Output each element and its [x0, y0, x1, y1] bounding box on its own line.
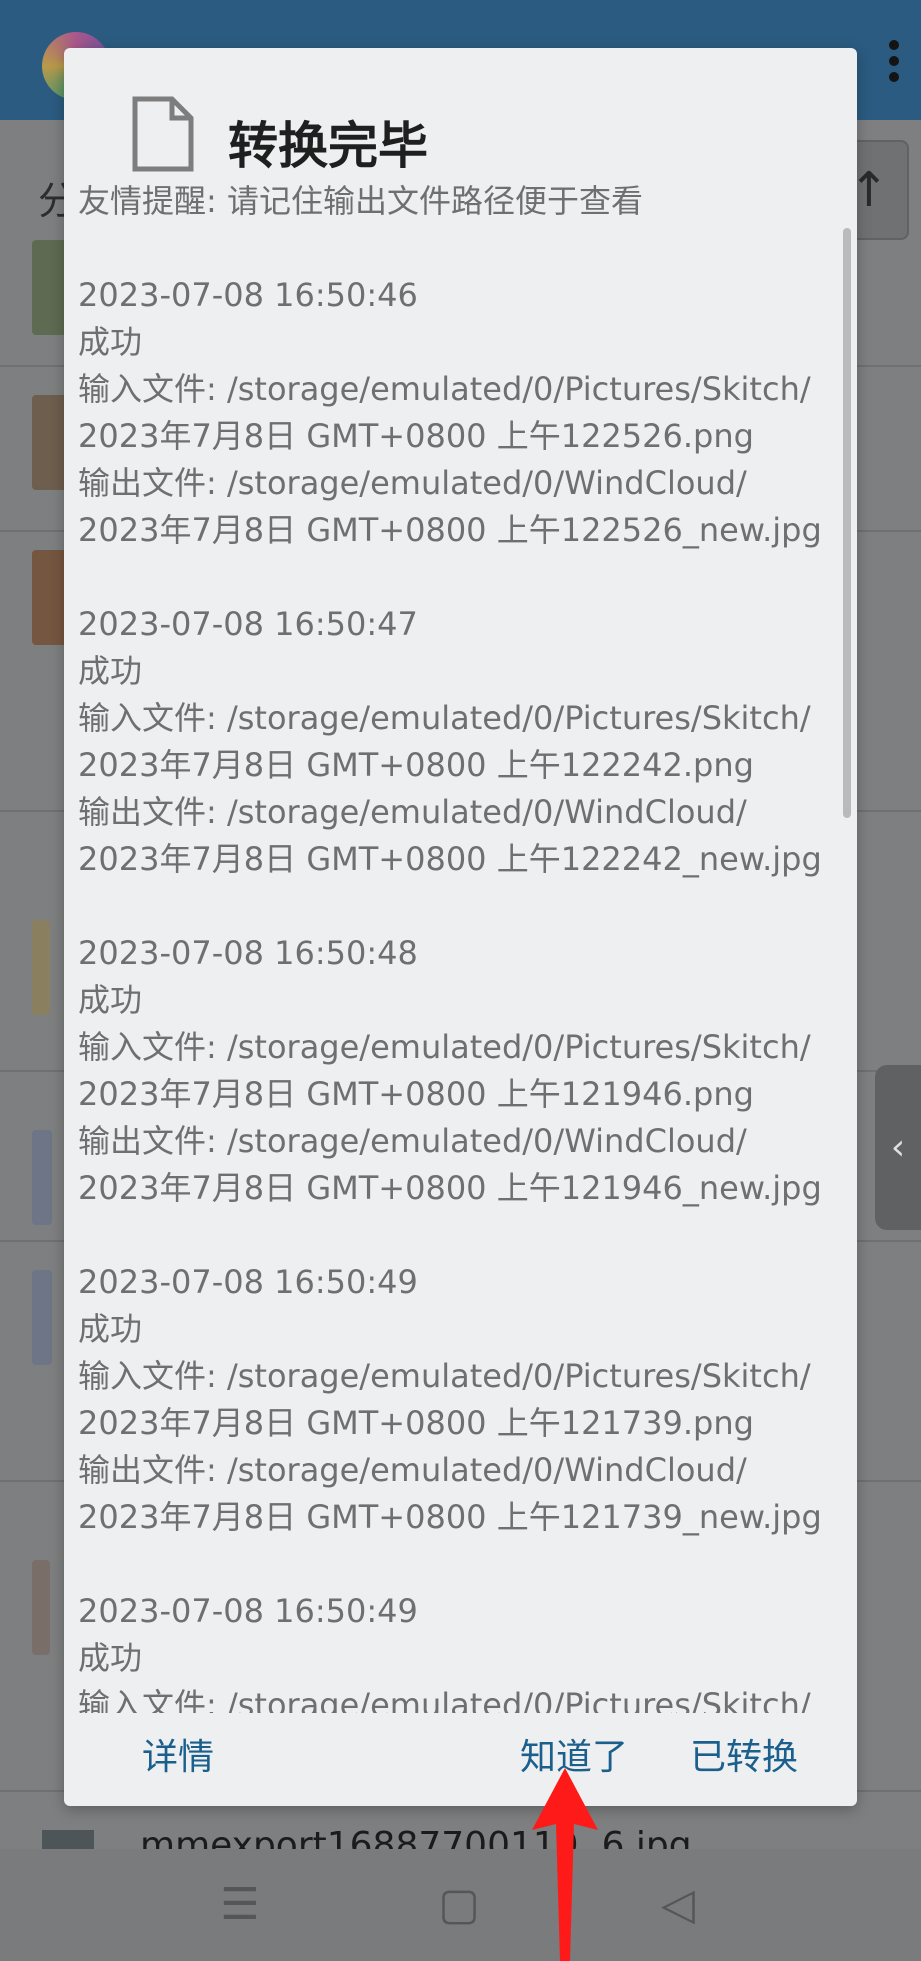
entry-status: 成功 [78, 323, 143, 361]
annotation-arrow-icon [532, 1768, 598, 1961]
file-thumbnail [32, 1560, 50, 1655]
conversion-entry: 2023-07-08 16:50:49 成功 输入文件: /storage/em… [78, 1588, 848, 1713]
entry-time: 2023-07-08 16:50:48 [78, 934, 418, 972]
conversion-entry: 2023-07-08 16:50:47 成功 输入文件: /storage/em… [78, 601, 848, 883]
file-thumbnail [32, 920, 50, 1015]
entry-time: 2023-07-08 16:50:46 [78, 276, 418, 314]
entry-input: 输入文件: /storage/emulated/0/Pictures/Skitc… [78, 370, 811, 408]
home-icon[interactable]: ▢ [429, 1877, 489, 1933]
conversion-entry: 2023-07-08 16:50:49 成功 输入文件: /storage/em… [78, 1259, 848, 1541]
side-drawer-tab[interactable]: ‹ [875, 1065, 921, 1230]
entry-output: 输出文件: /storage/emulated/0/WindCloud/ [78, 1451, 747, 1489]
entry-input: 2023年7月8日 GMT+0800 上午121739.png [78, 1404, 754, 1442]
conversion-entry: 2023-07-08 16:50:46 成功 输入文件: /storage/em… [78, 272, 848, 554]
reminder-text: 友情提醒: 请记住输出文件路径便于查看 [78, 182, 643, 220]
dialog-actions: 详情 知道了 已转换 [64, 1728, 857, 1798]
back-icon[interactable]: ◁ [648, 1877, 708, 1933]
file-thumbnail [32, 1130, 52, 1225]
entry-input: 2023年7月8日 GMT+0800 上午122242.png [78, 746, 754, 784]
entry-input: 2023年7月8日 GMT+0800 上午122526.png [78, 417, 754, 455]
entry-output: 输出文件: /storage/emulated/0/WindCloud/ [78, 1122, 747, 1160]
file-thumbnail [32, 1270, 52, 1365]
entry-input: 输入文件: /storage/emulated/0/Pictures/Skitc… [78, 1028, 811, 1066]
entry-time: 2023-07-08 16:50:49 [78, 1592, 418, 1630]
entry-time: 2023-07-08 16:50:47 [78, 605, 418, 643]
entry-status: 成功 [78, 652, 143, 690]
entry-input: 输入文件: /storage/emulated/0/Pictures/Skitc… [78, 1686, 811, 1713]
entry-output: 输出文件: /storage/emulated/0/WindCloud/ [78, 464, 747, 502]
details-button[interactable]: 详情 [142, 1728, 214, 1780]
entry-input: 2023年7月8日 GMT+0800 上午121946.png [78, 1075, 754, 1113]
entry-status: 成功 [78, 1310, 143, 1348]
entry-output: 输出文件: /storage/emulated/0/WindCloud/ [78, 793, 747, 831]
conversion-entry: 2023-07-08 16:50:48 成功 输入文件: /storage/em… [78, 930, 848, 1212]
dialog-message-scroll[interactable]: 友情提醒: 请记住输出文件路径便于查看 2023-07-08 16:50:46 … [78, 178, 848, 1713]
entry-time: 2023-07-08 16:50:49 [78, 1263, 418, 1301]
system-navigation-bar: ☰ ▢ ◁ [0, 1849, 921, 1961]
entry-output: 2023年7月8日 GMT+0800 上午121946_new.jpg [78, 1169, 822, 1207]
entry-output: 2023年7月8日 GMT+0800 上午122242_new.jpg [78, 840, 822, 878]
menu-icon[interactable]: ☰ [210, 1877, 270, 1933]
converted-button[interactable]: 已转换 [690, 1728, 798, 1780]
document-icon [132, 96, 194, 172]
dialog-title: 转换完毕 [228, 117, 428, 175]
entry-output: 2023年7月8日 GMT+0800 上午121739_new.jpg [78, 1498, 822, 1536]
entry-output: 2023年7月8日 GMT+0800 上午122526_new.jpg [78, 511, 822, 549]
more-options-icon[interactable] [889, 40, 901, 90]
entry-input: 输入文件: /storage/emulated/0/Pictures/Skitc… [78, 699, 811, 737]
entry-status: 成功 [78, 1639, 143, 1677]
scrollbar[interactable] [843, 228, 851, 818]
entry-input: 输入文件: /storage/emulated/0/Pictures/Skitc… [78, 1357, 811, 1395]
entry-status: 成功 [78, 981, 143, 1019]
conversion-complete-dialog: 转换完毕 友情提醒: 请记住输出文件路径便于查看 2023-07-08 16:5… [64, 48, 857, 1806]
